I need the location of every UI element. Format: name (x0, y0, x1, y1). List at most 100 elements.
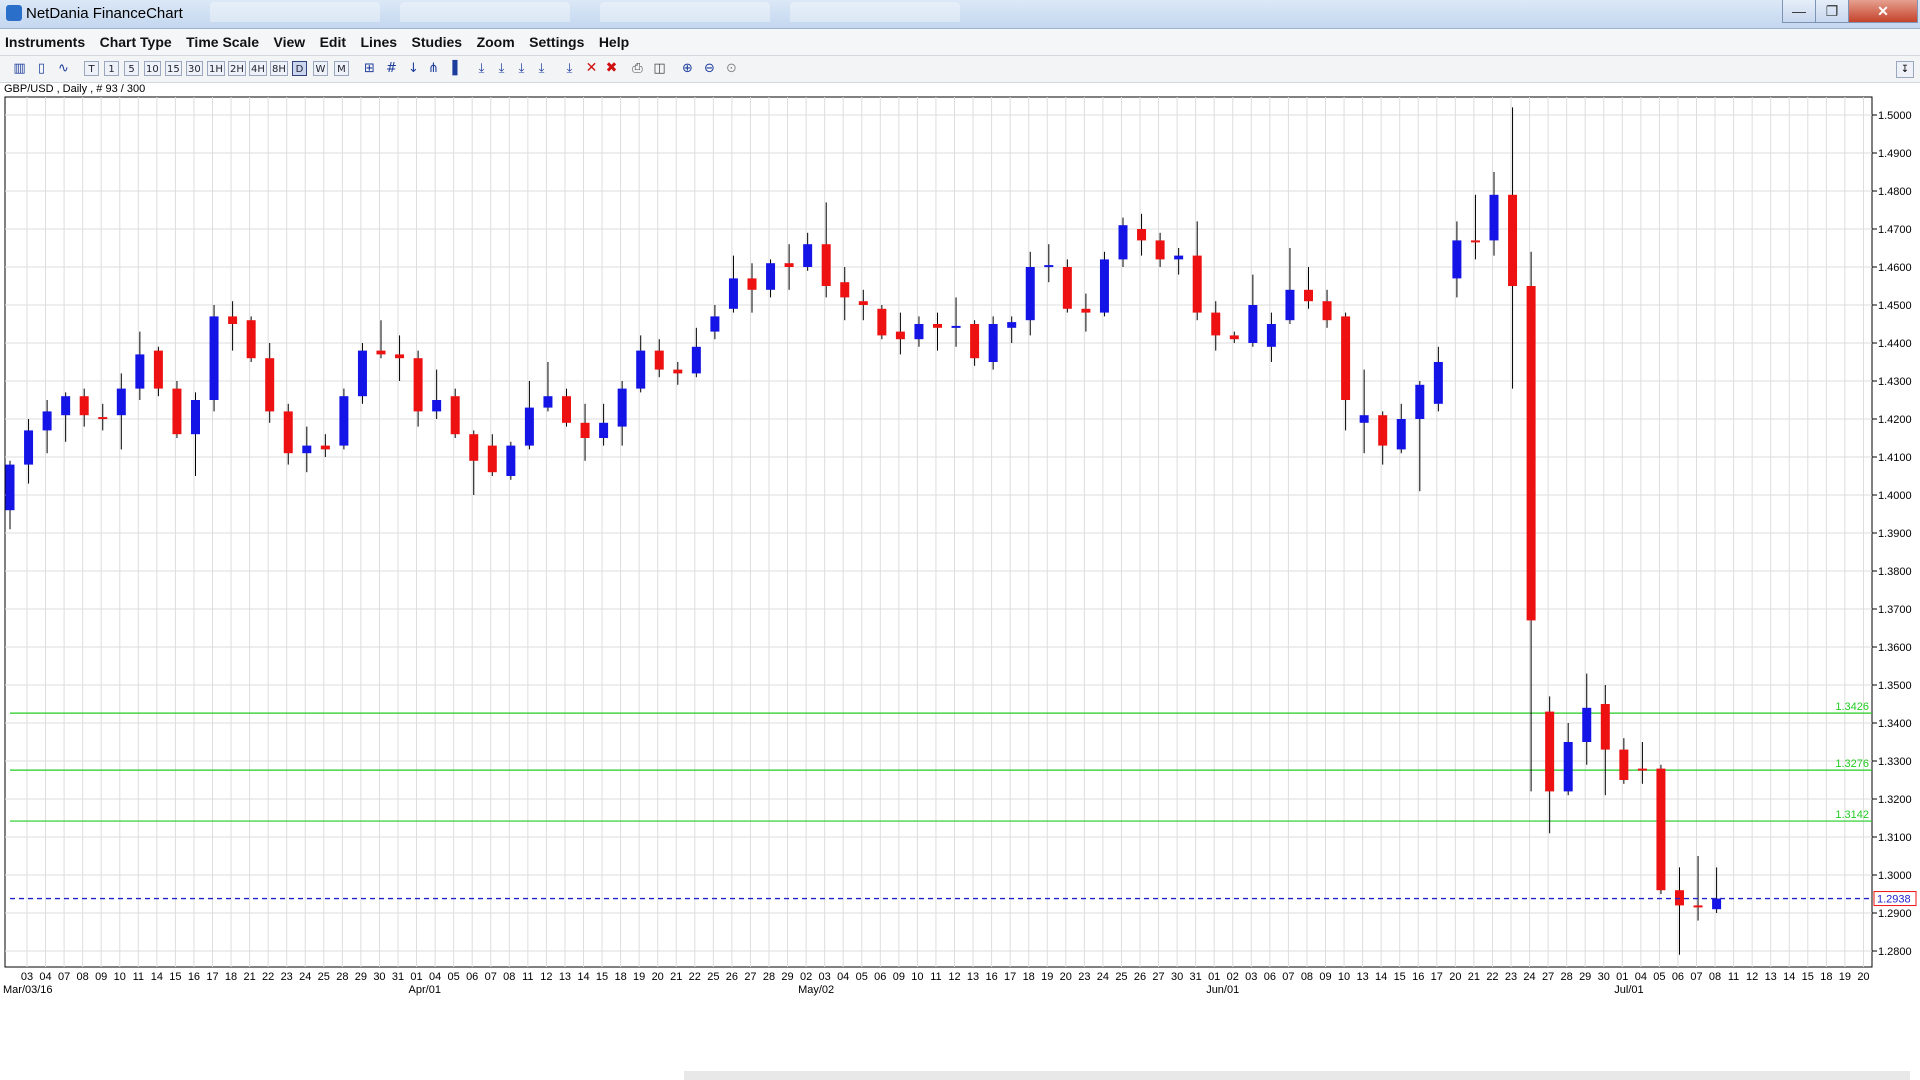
x-tick-label: 22 (1486, 971, 1498, 983)
candle-down (1545, 711, 1555, 792)
delete-icon[interactable]: ✕ (584, 61, 599, 76)
close-button[interactable]: ✕ (1848, 0, 1918, 23)
candle-down (821, 244, 831, 286)
candle-down (98, 417, 108, 420)
x-tick-label: 17 (1431, 971, 1443, 983)
select-line-icon[interactable]: ⤓ (562, 61, 577, 76)
menu-instruments[interactable]: Instruments (0, 29, 90, 50)
candle-down (265, 358, 275, 412)
candle-down (1378, 415, 1388, 446)
background-tab[interactable] (210, 2, 380, 22)
candle-up (1563, 742, 1573, 792)
candle-up (302, 445, 312, 454)
timeframe-5m-button[interactable]: 5 (124, 61, 139, 76)
y-tick-label: 1.4100 (1878, 452, 1912, 464)
x-tick-label: 28 (1561, 971, 1573, 983)
background-tab[interactable] (790, 2, 960, 22)
x-tick-label: 15 (169, 971, 181, 983)
candle-up (766, 263, 776, 290)
timeframe-tick-button[interactable]: T (84, 61, 99, 76)
bar-chart-icon[interactable]: ▥ (12, 61, 27, 76)
gann-icon[interactable]: ⤓ (534, 61, 549, 76)
timeframe-10m-button[interactable]: 10 (144, 61, 161, 76)
fork-icon[interactable]: ⋔ (426, 61, 441, 76)
panel-toggle-icon[interactable]: ↧ (1896, 61, 1914, 78)
x-tick-label: 28 (336, 971, 348, 983)
zoom-out-icon[interactable]: ⊖ (702, 61, 717, 76)
horizontal-scrollbar[interactable] (684, 1071, 1910, 1080)
x-tick-label: 08 (77, 971, 89, 983)
menu-studies[interactable]: Studies (407, 29, 468, 50)
timeframe-monthly-button[interactable]: M (334, 61, 349, 76)
x-tick-label: 18 (1820, 971, 1832, 983)
zoom-in-icon[interactable]: ⊕ (680, 61, 695, 76)
candle-up (1044, 265, 1054, 268)
grid-icon[interactable]: # (384, 61, 399, 76)
x-tick-label: 27 (1152, 971, 1164, 983)
candlestick-icon[interactable]: ▯ (34, 61, 49, 76)
trend-channel-icon[interactable]: ⤓ (494, 61, 509, 76)
menu-zoom[interactable]: Zoom (472, 29, 520, 50)
x-tick-label: 20 (1449, 971, 1461, 983)
candle-up (524, 407, 534, 446)
candle-up (1489, 194, 1499, 241)
timeframe-1m-button[interactable]: 1 (104, 61, 119, 76)
arrow-icon[interactable]: ↓ (406, 61, 421, 76)
candlestick-chart[interactable]: 1.2800 1.2900 1.3000 1.3100 1.3200 1.3300 1.34… (0, 92, 1920, 1017)
crosshair-icon[interactable]: ⊞ (362, 61, 377, 76)
x-tick-label: 18 (225, 971, 237, 983)
candle-up (1025, 267, 1035, 321)
zoom-reset-icon[interactable]: ⊙ (724, 61, 739, 76)
y-tick-label: 1.4500 (1878, 300, 1912, 312)
background-tab[interactable] (600, 2, 770, 22)
delete-all-icon[interactable]: ✖ (604, 61, 619, 76)
candle-down (1470, 240, 1480, 243)
timeframe-30m-button[interactable]: 30 (186, 61, 203, 76)
month-label: Jun/01 (1206, 984, 1239, 996)
candle-down (283, 411, 293, 454)
trend-line-icon[interactable]: ⤓ (474, 61, 489, 76)
timeframe-daily-button[interactable]: D (292, 61, 307, 76)
candle-up (61, 396, 71, 416)
fibonacci-icon[interactable]: ⤓ (514, 61, 529, 76)
x-tick-label: 14 (1375, 971, 1387, 983)
timeframe-15m-button[interactable]: 15 (165, 61, 182, 76)
timeframe-1h-button[interactable]: 1H (207, 61, 225, 76)
candle-down (1526, 286, 1536, 621)
menu-lines[interactable]: Lines (356, 29, 403, 50)
timeframe-weekly-button[interactable]: W (313, 61, 328, 76)
menu-edit[interactable]: Edit (315, 29, 351, 50)
menu-time-scale[interactable]: Time Scale (181, 29, 264, 50)
candle-up (710, 316, 720, 332)
x-tick-label: 07 (1690, 971, 1702, 983)
candle-down (1637, 768, 1647, 771)
volume-icon[interactable]: ▌ (450, 61, 465, 76)
maximize-button[interactable]: ❐ (1815, 0, 1849, 23)
background-tab[interactable] (400, 2, 570, 22)
candle-up (1582, 707, 1592, 742)
x-tick-label: 03 (1245, 971, 1257, 983)
x-tick-label: 03 (819, 971, 831, 983)
timeframe-2h-button[interactable]: 2H (228, 61, 246, 76)
menu-settings[interactable]: Settings (524, 29, 589, 50)
minimize-button[interactable]: — (1782, 0, 1816, 23)
candle-up (1174, 255, 1184, 260)
print-icon[interactable]: ⎙ (630, 61, 645, 76)
candle-down (172, 388, 182, 435)
candle-up (1433, 362, 1443, 404)
candle-up (1248, 305, 1258, 343)
x-tick-label: 31 (1190, 971, 1202, 983)
print-preview-icon[interactable]: ◫ (652, 61, 667, 76)
candle-down (1600, 704, 1610, 750)
timeframe-8h-button[interactable]: 8H (270, 61, 288, 76)
menu-chart-type[interactable]: Chart Type (95, 29, 177, 50)
timeframe-4h-button[interactable]: 4H (249, 61, 267, 76)
candle-up (1396, 419, 1406, 450)
candle-down (1508, 194, 1518, 286)
menu-help[interactable]: Help (594, 29, 634, 50)
menu-view[interactable]: View (268, 29, 310, 50)
candle-down (153, 350, 163, 389)
candle-down (1211, 312, 1221, 336)
line-chart-icon[interactable]: ∿ (56, 61, 71, 76)
candle-down (469, 434, 479, 461)
